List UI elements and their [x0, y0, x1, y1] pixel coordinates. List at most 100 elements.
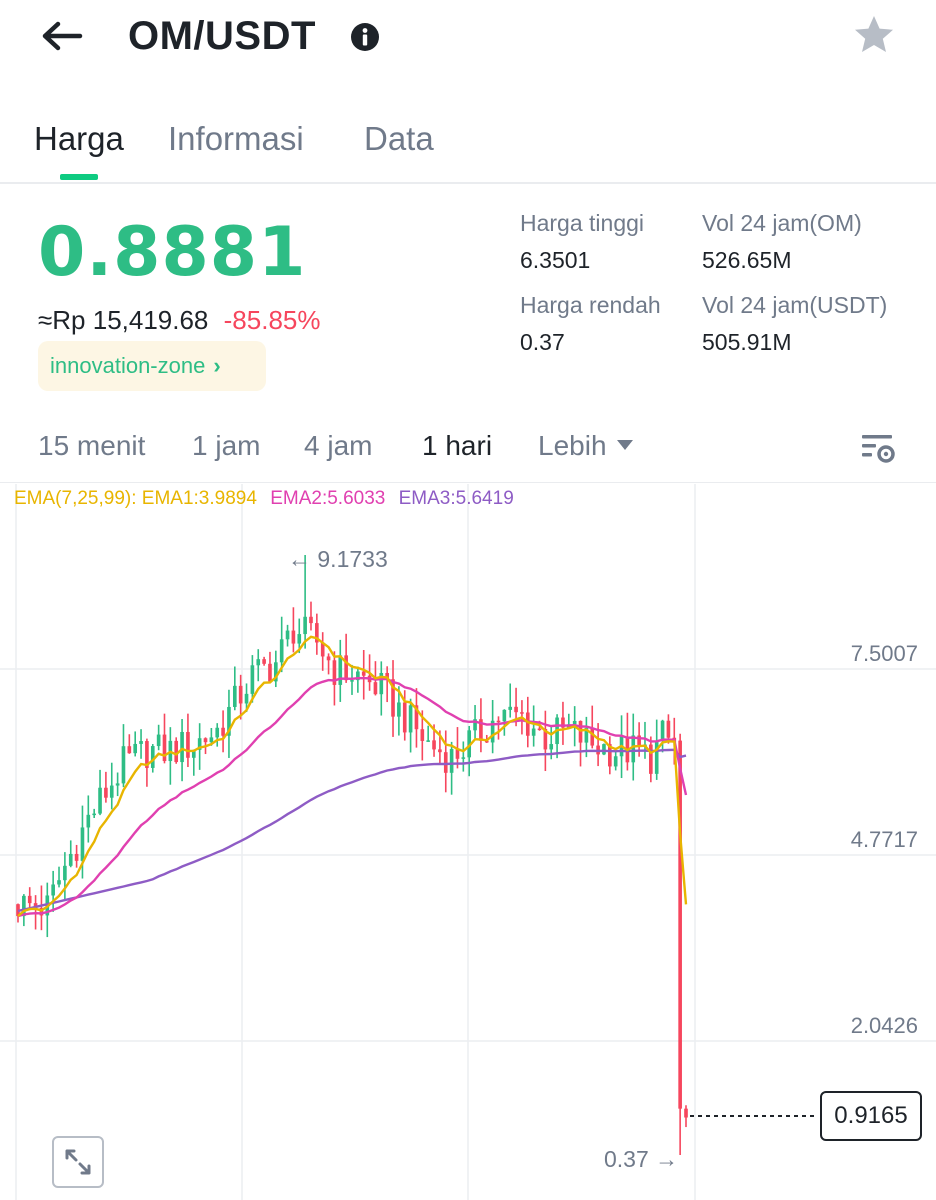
candle-body [180, 731, 184, 763]
candle-body [244, 693, 249, 704]
candle-body [684, 1108, 688, 1118]
interval-15m[interactable]: 15 menit [38, 430, 145, 462]
candle-body [361, 671, 366, 676]
chevron-right-icon: › [213, 353, 221, 378]
vol-quote-label: Vol 24 jam(USDT) [702, 292, 888, 318]
candle-body [549, 744, 554, 750]
candle-body [203, 738, 208, 743]
candle-body [408, 705, 413, 733]
candle-body [133, 743, 138, 754]
y-tick-label: 7.5007 [851, 641, 918, 666]
vol-base-value: 526.65M [702, 247, 792, 273]
candle-body [215, 727, 220, 738]
ema-legend: EMA(7,25,99): EMA1:3.9894 EMA2:5.6033 EM… [14, 488, 522, 510]
candle-body [373, 682, 378, 695]
fiat-row: ≈Rp 15,419.68 -85.85% [38, 305, 320, 336]
info-icon[interactable] [350, 22, 380, 52]
candle-body [98, 787, 102, 814]
ema2-line [17, 676, 688, 918]
tab-informasi[interactable]: Informasi [168, 120, 304, 158]
candle-body [104, 787, 108, 798]
candle-body [496, 720, 501, 723]
tab-harga[interactable]: Harga [34, 120, 124, 158]
candle-body [86, 814, 91, 828]
candle-body [291, 630, 296, 644]
candle-body [350, 680, 354, 682]
chart-settings-icon[interactable] [858, 430, 898, 466]
candle-body [531, 728, 536, 736]
interval-more-label: Lebih [538, 430, 607, 461]
low-marker: 0.37 → [604, 1146, 679, 1172]
candle-body [262, 659, 266, 664]
candle-body [397, 702, 401, 717]
candle-body [426, 740, 430, 742]
candle-body [520, 712, 524, 714]
pair-title: OM/USDT [128, 14, 316, 58]
candle-body [250, 665, 255, 694]
candle-body [285, 630, 290, 640]
last-price-marker: 0.9165 [820, 1091, 922, 1141]
star-icon[interactable] [850, 12, 898, 58]
interval-1d[interactable]: 1 hari [422, 430, 492, 462]
candle-body [420, 729, 425, 741]
candle-body [139, 741, 143, 744]
candle-body [221, 727, 225, 736]
interval-1h[interactable]: 1 jam [192, 430, 260, 462]
high-marker: ← 9.1733 [288, 546, 388, 572]
candle-body [514, 706, 518, 713]
interval-4h[interactable]: 4 jam [304, 430, 372, 462]
candle-body [449, 749, 454, 773]
candlestick-chart[interactable]: 7.5007 4.7717 2.0426 [0, 484, 936, 1200]
price-change: -85.85% [223, 305, 321, 335]
candle-body [80, 827, 85, 861]
candle-body [256, 659, 261, 666]
candle-body [174, 740, 179, 763]
candle-body [438, 749, 442, 753]
candle-body [338, 655, 343, 685]
candle-body [443, 752, 448, 773]
ema1-label: EMA(7,25,99): EMA1:3.9894 [14, 488, 257, 509]
candle-body [150, 746, 155, 768]
back-button[interactable] [38, 14, 86, 58]
candle-body [68, 853, 73, 866]
low-value: 0.37 [520, 329, 565, 355]
candle-body [666, 720, 671, 738]
candle-body [309, 616, 313, 624]
expand-icon [65, 1149, 91, 1175]
candle-body [461, 757, 466, 759]
tab-data[interactable]: Data [364, 120, 434, 158]
vol-base-label: Vol 24 jam(OM) [702, 210, 862, 236]
candle-body [326, 656, 331, 661]
interval-more[interactable]: Lebih [538, 430, 633, 462]
expand-fullscreen-button[interactable] [52, 1136, 104, 1188]
tab-bar: Harga Informasi Data [0, 110, 936, 184]
active-tab-indicator [60, 174, 98, 180]
last-price: 0.8881 [38, 213, 307, 292]
candle-body [649, 744, 653, 774]
candle-body [238, 685, 243, 704]
fiat-price: ≈Rp 15,419.68 [38, 305, 209, 335]
candle-body [660, 720, 665, 741]
low-label: Harga rendah [520, 292, 661, 318]
candle-body [590, 727, 595, 746]
header: OM/USDT [0, 0, 936, 80]
candle-body [162, 734, 167, 762]
candle-body [127, 746, 132, 754]
arrow-left-icon [42, 21, 83, 51]
candle-body [232, 685, 237, 707]
candle-body [156, 734, 161, 747]
innovation-zone-tag[interactable]: innovation-zone › [38, 341, 266, 391]
candle-body [578, 720, 583, 743]
high-value: 6.3501 [520, 247, 591, 273]
candle-body [209, 737, 214, 743]
candle-body [51, 884, 55, 896]
y-tick-label: 4.7717 [851, 827, 918, 852]
zone-label: innovation-zone [50, 353, 206, 378]
candle-body [525, 712, 530, 736]
candle-body [121, 746, 126, 784]
candle-body [502, 709, 507, 722]
candle-body [63, 865, 67, 881]
candle-body [74, 853, 79, 861]
candle-body [297, 634, 302, 644]
candle-body [572, 720, 577, 725]
